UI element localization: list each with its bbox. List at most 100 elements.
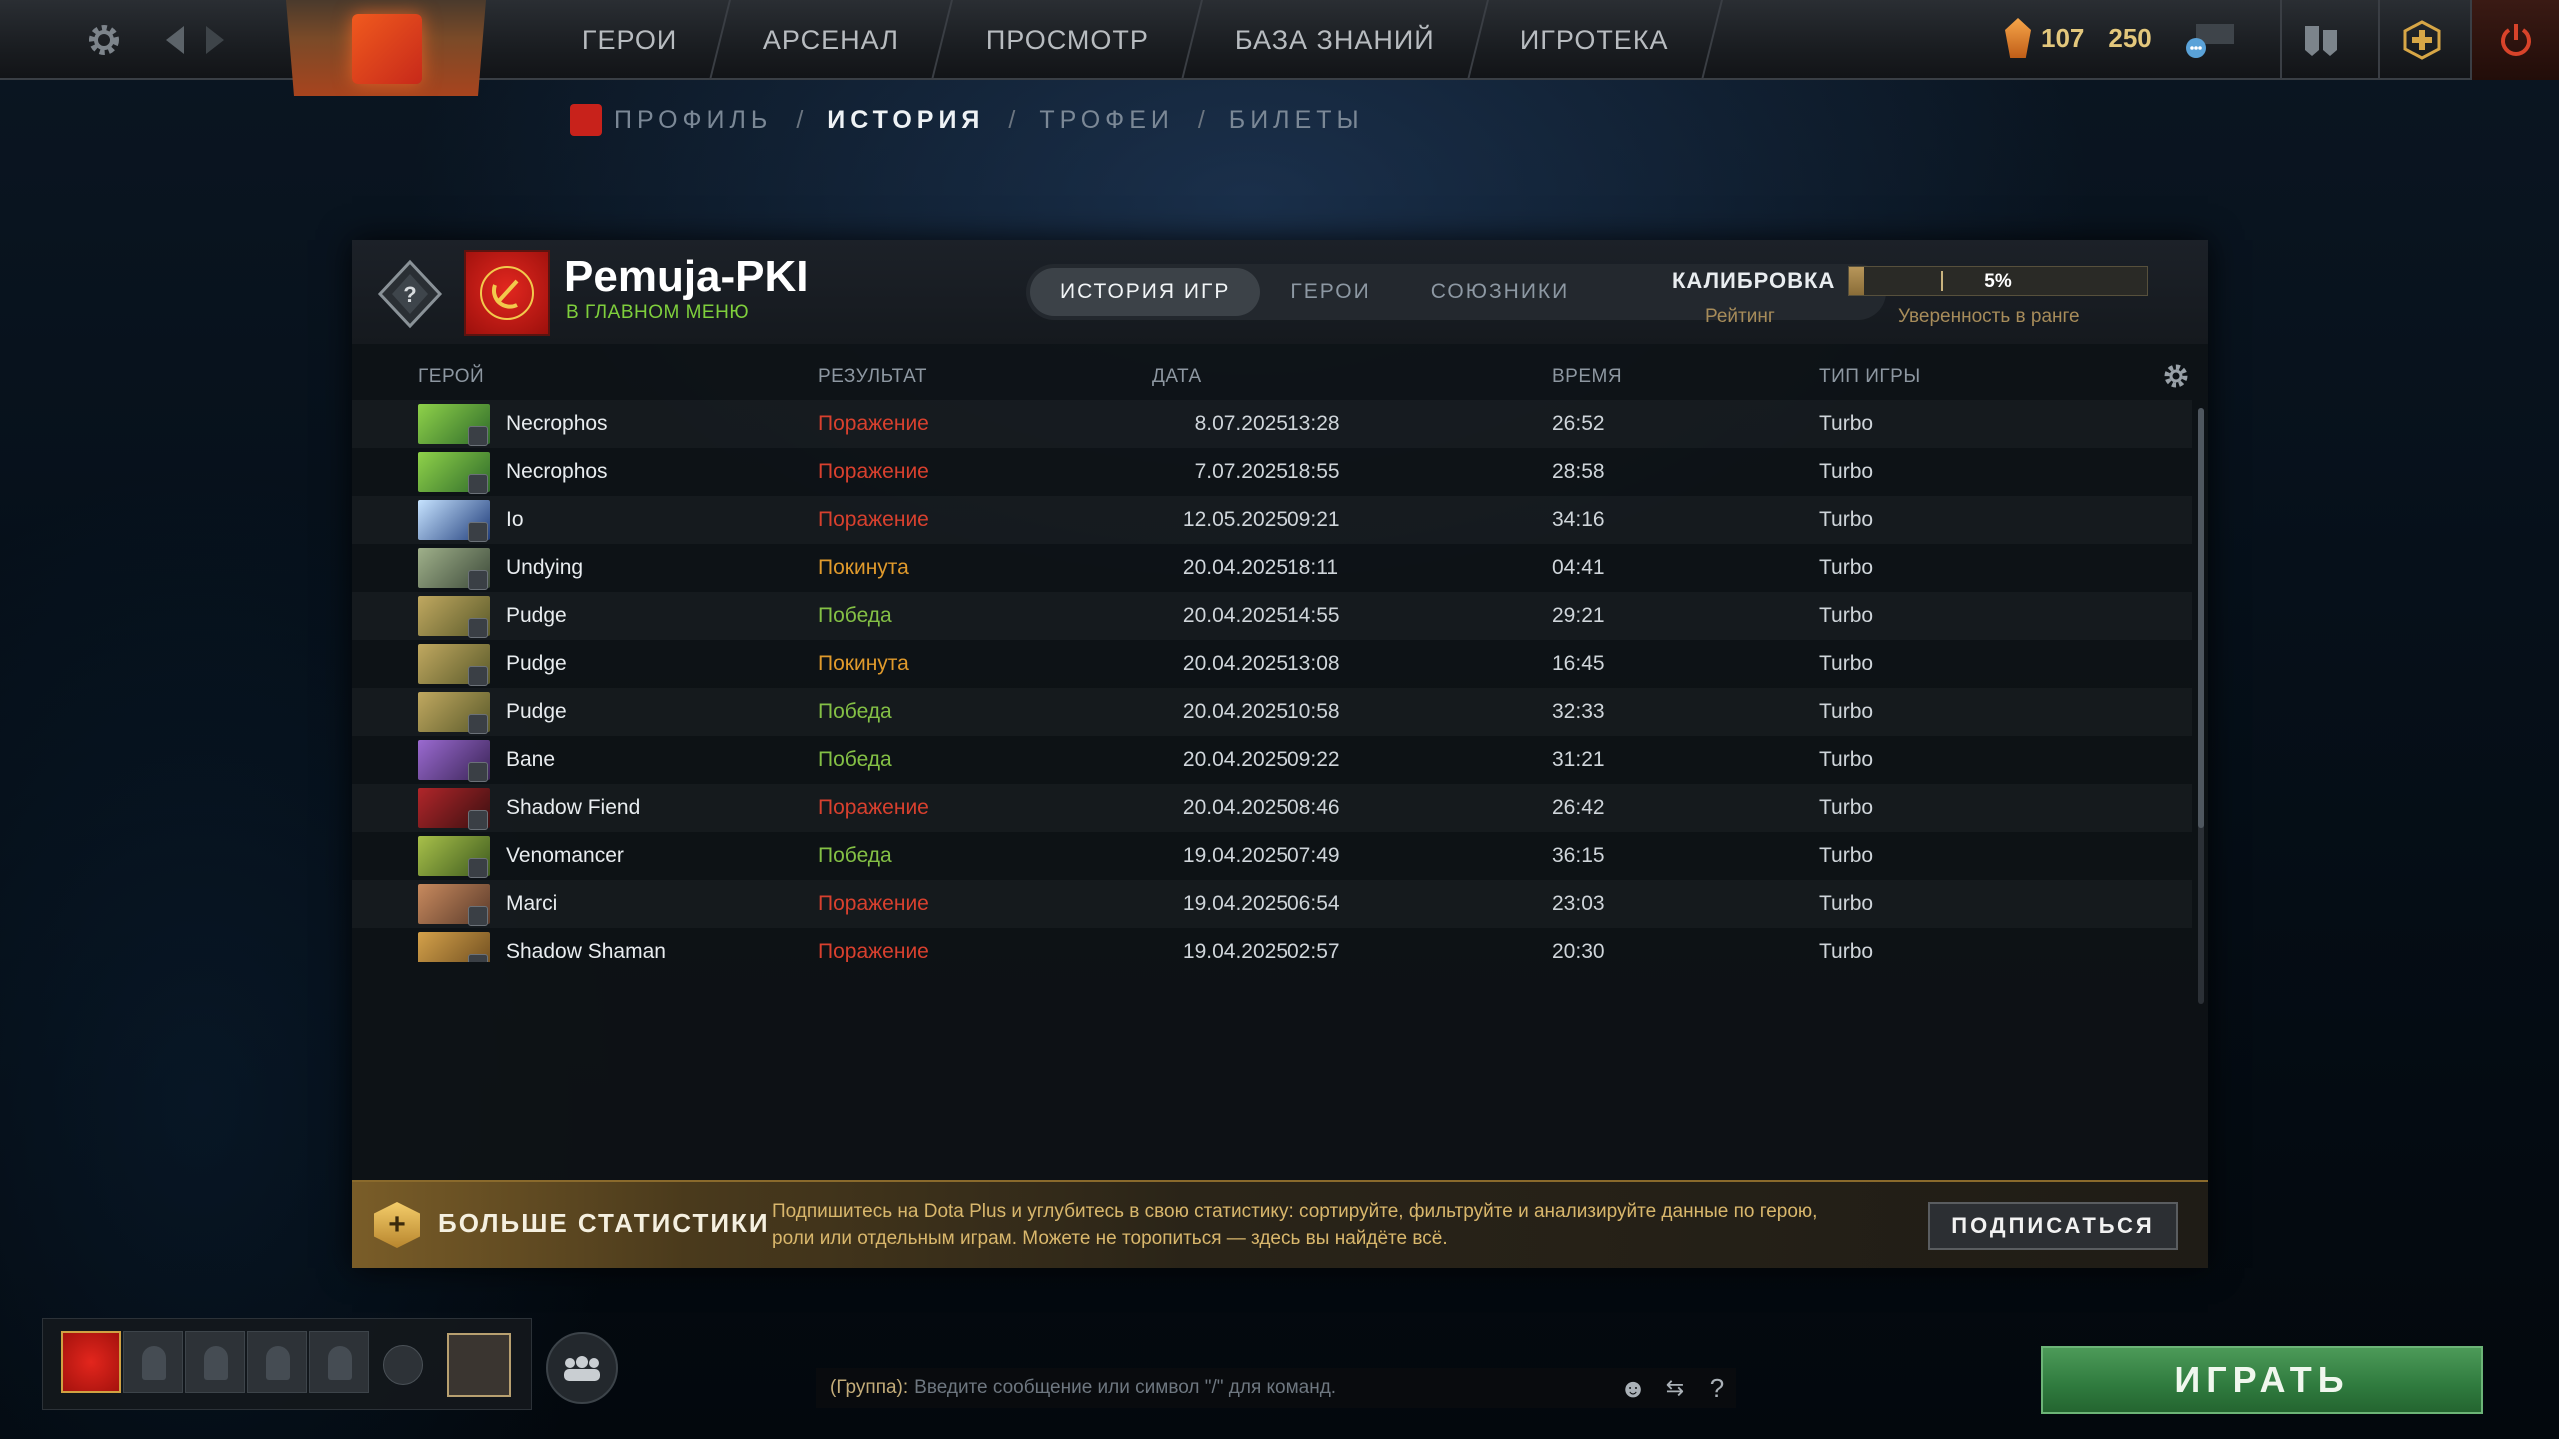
table-row[interactable]: Pudge Победа 20.04.2025 10:58 32:33 Turbo xyxy=(352,688,2192,736)
social-icon xyxy=(564,1356,600,1381)
table-row[interactable]: Pudge Покинута 20.04.2025 13:08 16:45 Turbo xyxy=(352,640,2192,688)
match-result: Победа xyxy=(818,748,892,771)
forward-arrow-icon[interactable] xyxy=(200,20,230,60)
match-date: 20.04.2025 xyxy=(1182,796,1288,819)
dota-plus-button[interactable] xyxy=(2378,0,2464,80)
rank-confidence-value: 5% xyxy=(1984,271,2012,292)
party-slot-empty[interactable] xyxy=(247,1331,307,1393)
tab-match-history[interactable]: ИСТОРИЯ ИГР xyxy=(1030,268,1261,316)
table-row[interactable]: Necrophos Поражение 8.07.2025 13:28 26:52 Tur… xyxy=(352,400,2192,448)
party-slot-empty[interactable] xyxy=(185,1331,245,1393)
table-row[interactable]: Pudge Победа 20.04.2025 14:55 29:21 Turbo xyxy=(352,592,2192,640)
profile-avatar-icon xyxy=(570,104,602,136)
party-slot-self[interactable] xyxy=(61,1331,121,1393)
rank-medal-icon[interactable]: ? xyxy=(374,258,446,330)
top-bar: ГЕРОИ АРСЕНАЛ ПРОСМОТР БАЗА ЗНАНИЙ ИГРОТ… xyxy=(0,0,2559,96)
match-duration: 29:21 xyxy=(1552,604,1605,627)
table-row[interactable]: Necrophos Поражение 7.07.2025 18:55 28:58 Tur… xyxy=(352,448,2192,496)
role-icon xyxy=(468,906,488,926)
table-row[interactable]: Undying Покинута 20.04.2025 18:11 04:41 Turbo xyxy=(352,544,2192,592)
armory-button[interactable] xyxy=(2280,0,2360,80)
back-arrow-icon[interactable] xyxy=(160,20,190,60)
table-row[interactable]: Shadow Fiend Поражение 20.04.2025 08:46 26:4… xyxy=(352,784,2192,832)
shard-icon xyxy=(2005,18,2031,58)
table-row[interactable]: Marci Поражение 19.04.2025 06:54 23:03 Turbo xyxy=(352,880,2192,928)
game-mode: Turbo xyxy=(1819,700,1874,723)
chat-help-button[interactable]: ? xyxy=(1698,1368,1736,1408)
exit-button[interactable] xyxy=(2470,0,2559,80)
battle-pass-button[interactable] xyxy=(447,1333,511,1397)
nav-tab-heroes[interactable]: ГЕРОИ xyxy=(530,0,732,80)
gear-icon[interactable] xyxy=(82,18,126,62)
match-start-time: 02:57 xyxy=(1287,940,1340,962)
role-icon xyxy=(468,426,488,446)
mic-icon[interactable] xyxy=(383,1345,423,1385)
table-row[interactable]: Shadow Shaman Поражение 19.04.2025 02:57 20:… xyxy=(352,928,2192,962)
column-game-type[interactable]: ТИП ИГРЫ xyxy=(1819,366,1921,388)
match-duration: 36:15 xyxy=(1552,844,1605,867)
table-row[interactable]: Io Поражение 12.05.2025 09:21 34:16 Turbo xyxy=(352,496,2192,544)
breadcrumb-profile[interactable]: ПРОФИЛЬ xyxy=(614,106,772,135)
social-button[interactable] xyxy=(546,1332,618,1404)
emoji-icon[interactable]: ☻ xyxy=(1614,1368,1652,1408)
chat-placeholder: Введите сообщение или символ "/" для ком… xyxy=(914,1377,1337,1398)
party-slot-empty[interactable] xyxy=(123,1331,183,1393)
match-start-time: 06:54 xyxy=(1287,892,1340,915)
match-result: Покинута xyxy=(818,556,909,579)
role-icon xyxy=(468,810,488,830)
chat-button[interactable] xyxy=(2170,0,2250,80)
home-button[interactable] xyxy=(286,0,486,96)
history-navigation xyxy=(160,20,230,60)
game-mode: Turbo xyxy=(1819,556,1874,579)
avatar[interactable] xyxy=(464,250,550,336)
match-duration: 23:03 xyxy=(1552,892,1605,915)
column-duration[interactable]: ВРЕМЯ xyxy=(1552,366,1622,388)
role-icon xyxy=(468,474,488,494)
nav-tab-watch[interactable]: ПРОСМОТР xyxy=(933,0,1203,80)
match-duration: 04:41 xyxy=(1552,556,1605,579)
breadcrumb-separator: / xyxy=(1197,105,1205,134)
nav-tab-arcade[interactable]: ИГРОТЕКА xyxy=(1468,0,1723,80)
tab-heroes[interactable]: ГЕРОИ xyxy=(1260,268,1400,316)
match-result: Покинута xyxy=(818,652,909,675)
chat-swap-icon[interactable]: ⇆ xyxy=(1656,1368,1694,1408)
match-date: 19.04.2025 xyxy=(1182,940,1288,962)
game-mode: Turbo xyxy=(1819,892,1874,915)
match-result: Поражение xyxy=(818,796,929,819)
chat-bubble-icon xyxy=(2186,24,2234,58)
match-date: 8.07.2025 xyxy=(1194,412,1288,435)
game-mode: Turbo xyxy=(1819,652,1874,675)
match-result: Победа xyxy=(818,844,892,867)
match-start-time: 14:55 xyxy=(1287,604,1340,627)
column-result[interactable]: РЕЗУЛЬТАТ xyxy=(818,366,927,388)
battle-level: 250 xyxy=(2108,22,2152,53)
plus-banner-title: БОЛЬШЕ СТАТИСТИКИ xyxy=(438,1208,770,1238)
subscribe-button[interactable]: ПОДПИСАТЬСЯ xyxy=(1928,1202,2178,1250)
calibration-label: КАЛИБРОВКА xyxy=(1672,268,1836,293)
dota-logo-icon xyxy=(352,14,422,84)
nav-tab-learn[interactable]: БАЗА ЗНАНИЙ xyxy=(1182,0,1489,80)
chat-input[interactable]: (Группа): Введите сообщение или символ "… xyxy=(816,1368,1736,1408)
game-mode: Turbo xyxy=(1819,508,1874,531)
table-row[interactable]: Bane Победа 20.04.2025 09:22 31:21 Turbo xyxy=(352,736,2192,784)
scrollbar-thumb[interactable] xyxy=(2198,408,2204,828)
match-start-time: 09:21 xyxy=(1287,508,1340,531)
breadcrumb-tickets[interactable]: БИЛЕТЫ xyxy=(1229,106,1364,135)
match-result: Победа xyxy=(818,700,892,723)
table-row[interactable]: Venomancer Победа 19.04.2025 07:49 36:15 Turb… xyxy=(352,832,2192,880)
settings-gear-icon[interactable] xyxy=(2160,360,2192,392)
breadcrumb-trophies[interactable]: ТРОФЕИ xyxy=(1039,106,1174,135)
tab-allies[interactable]: СОЮЗНИКИ xyxy=(1401,268,1600,316)
match-result: Поражение xyxy=(818,940,929,962)
column-date[interactable]: ДАТА xyxy=(1152,366,1202,388)
nav-tab-armory[interactable]: АРСЕНАЛ xyxy=(711,0,954,80)
currency-display[interactable]: 107 250 xyxy=(2005,18,2152,58)
column-hero[interactable]: ГЕРОЙ xyxy=(418,366,484,388)
breadcrumb-history[interactable]: ИСТОРИЯ xyxy=(827,106,984,135)
match-list-scrollbar[interactable] xyxy=(2198,408,2204,1004)
game-mode: Turbo xyxy=(1819,748,1874,771)
party-slot-empty[interactable] xyxy=(309,1331,369,1393)
match-start-time: 18:11 xyxy=(1287,556,1338,579)
hero-name: Pudge xyxy=(506,652,567,675)
play-button[interactable]: ИГРАТЬ xyxy=(2041,1346,2483,1414)
